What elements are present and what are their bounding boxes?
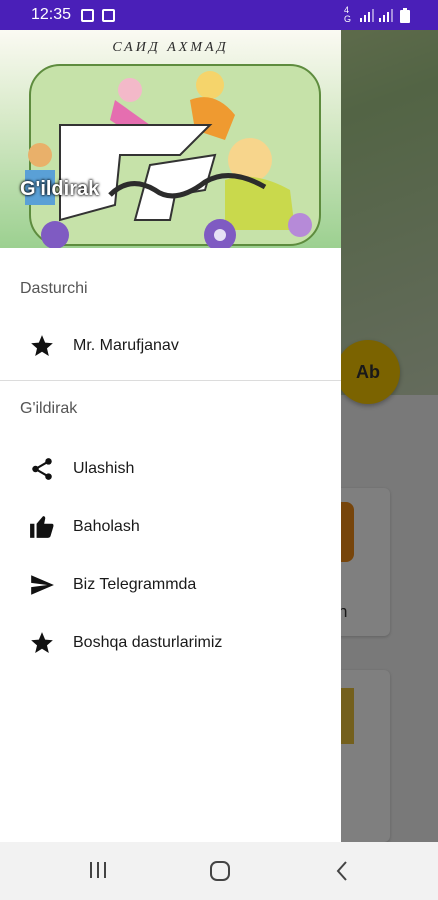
back-icon (336, 861, 347, 881)
book-cover-illustration (25, 64, 321, 248)
menu-item-label: Mr. Marufjanav (73, 337, 179, 354)
menu-item-label: Boshqa dasturlarimiz (73, 634, 223, 651)
signal-icon (360, 9, 393, 22)
star-icon (28, 332, 56, 360)
share-icon (28, 455, 56, 483)
status-system-icons: 4G (344, 6, 410, 24)
menu-item-rate[interactable]: Baholash (0, 498, 341, 556)
status-notification-icons (81, 8, 116, 22)
section-label-app: G'ildirak (20, 400, 78, 417)
menu-item-share[interactable]: Ulashish (0, 440, 341, 498)
menu-item-developer[interactable]: Mr. Marufjanav (0, 317, 341, 375)
menu-item-label: Baholash (73, 518, 140, 535)
star-icon (28, 629, 56, 657)
home-icon (210, 861, 230, 881)
menu-item-label: Ulashish (73, 460, 135, 477)
system-nav-bar (0, 842, 438, 900)
menu-item-telegram[interactable]: Biz Telegrammda (0, 556, 341, 614)
thumb-up-icon (28, 513, 56, 541)
back-button[interactable] (334, 860, 350, 887)
menu-item-other-apps[interactable]: Boshqa dasturlarimiz (0, 614, 341, 672)
battery-icon (400, 7, 410, 23)
menu-item-label: Biz Telegrammda (73, 576, 197, 593)
drawer-app-name: G'ildirak (20, 178, 100, 200)
cover-author: САИД АХМАД (112, 40, 229, 55)
drawer-header: САИД АХМАД G'ildirak (0, 30, 341, 248)
recents-icon (90, 862, 106, 878)
section-label-developer: Dasturchi (20, 280, 88, 297)
status-time: 12:35 (31, 6, 72, 23)
home-button[interactable] (209, 860, 231, 887)
recents-button[interactable] (88, 860, 108, 885)
navigation-drawer: САИД АХМАД G'ildirak Dasturchi Mr. Maruf… (0, 30, 341, 842)
gallery-icon (81, 8, 95, 22)
status-bar: 12:35 4G (0, 0, 438, 30)
network-type-label: 4G (344, 5, 352, 24)
send-icon (28, 571, 56, 599)
message-icon (102, 8, 116, 22)
